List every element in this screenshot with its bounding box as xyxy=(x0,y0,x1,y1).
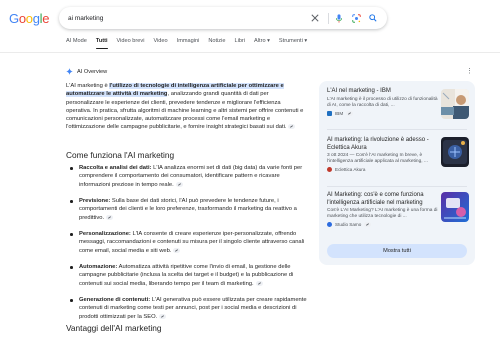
source-card[interactable]: AI Marketing: cos'è e come funziona l'in… xyxy=(327,192,469,228)
ai-overview-header: AI Overview xyxy=(66,68,107,75)
tab-video[interactable]: Video xyxy=(153,38,167,49)
link-icon[interactable] xyxy=(346,110,354,116)
list-item: Previsione: Sulla base dei dati storici,… xyxy=(68,197,308,222)
link-icon[interactable] xyxy=(288,124,296,130)
source-snippet: L'AI marketing è il processo di utilizzo… xyxy=(327,96,438,108)
source-site: Studio Samo xyxy=(327,222,469,228)
source-card[interactable]: L'AI nel marketing - IBM L'AI marketing … xyxy=(327,88,469,119)
search-input[interactable]: ai marketing xyxy=(68,15,308,22)
list-item-term: Personalizzazione: xyxy=(79,231,131,237)
search-bar[interactable]: ai marketing xyxy=(59,7,387,29)
lens-icon[interactable] xyxy=(349,11,363,25)
list-item-term: Automazione: xyxy=(79,264,118,270)
link-icon[interactable] xyxy=(106,214,114,220)
sparkle-icon xyxy=(66,68,73,75)
source-thumbnail[interactable] xyxy=(441,89,469,119)
source-site-name: Eclettica Akura xyxy=(335,167,366,173)
tab-strumenti[interactable]: Strumenti ▾ xyxy=(279,38,307,49)
logo-letter: o xyxy=(25,11,33,26)
list-item: Personalizzazione: L'IA consente di crea… xyxy=(68,230,308,255)
logo-letter: o xyxy=(18,11,26,26)
search-icon[interactable] xyxy=(366,11,380,25)
intro-text-1: L'AI marketing è xyxy=(66,83,110,89)
tab-notizie[interactable]: Notizie xyxy=(208,38,225,49)
studio-samo-favicon-icon xyxy=(327,222,332,228)
list-item: Raccolta e analisi dei dati: L'IA analiz… xyxy=(68,164,308,189)
source-snippet: Cos'è L'AI Marketing? L'AI marketing è u… xyxy=(327,208,438,220)
link-icon[interactable] xyxy=(173,247,181,253)
source-thumbnail[interactable] xyxy=(441,137,469,167)
source-site-name: IBM xyxy=(335,110,344,116)
logo-letter: e xyxy=(42,11,50,26)
link-icon[interactable] xyxy=(159,313,167,319)
ai-overview-intro: L'AI marketing è l'utilizzo di tecnologi… xyxy=(66,82,306,132)
logo-letter: g xyxy=(32,11,40,26)
divider xyxy=(327,186,467,187)
source-site: Eclettica Akura xyxy=(327,167,469,173)
logo-letter: G xyxy=(9,11,19,26)
search-tabs: AI Mode Tutti Video brevi Video Immagini Noti… xyxy=(66,38,316,49)
close-icon[interactable] xyxy=(308,11,322,25)
source-snippet: 3 ott 2024 — Cos'è l'AI marketing In bre… xyxy=(327,153,428,165)
google-logo[interactable]: Google xyxy=(9,11,49,26)
tab-video-brevi[interactable]: Video brevi xyxy=(117,38,145,49)
tab-ai-mode[interactable]: AI Mode xyxy=(66,38,87,49)
sources-panel: L'AI nel marketing - IBM L'AI marketing … xyxy=(319,81,475,265)
section-title: Come funziona l'AI marketing xyxy=(66,150,175,160)
source-site-name: Studio Samo xyxy=(335,222,362,228)
more-options-icon[interactable]: ⋮ xyxy=(466,67,473,75)
eclettica-favicon-icon xyxy=(327,167,332,173)
link-icon[interactable] xyxy=(255,280,263,286)
ai-overview-label: AI Overview xyxy=(77,68,108,75)
tab-altro[interactable]: Altro ▾ xyxy=(254,38,270,49)
list-item-term: Generazione di contenuti: xyxy=(79,297,151,303)
list-item: Generazione di contenuti: L'AI generativ… xyxy=(68,296,308,321)
tab-tutti[interactable]: Tutti xyxy=(95,38,108,49)
mic-icon[interactable] xyxy=(332,11,346,25)
link-icon[interactable] xyxy=(364,222,372,228)
source-thumbnail[interactable] xyxy=(441,192,469,222)
show-all-button[interactable]: Mostra tutti xyxy=(327,244,467,258)
link-icon[interactable] xyxy=(175,181,183,187)
source-title[interactable]: AI marketing: la rivoluzione è adesso - … xyxy=(327,137,439,152)
source-title[interactable]: AI Marketing: cos'è e come funziona l'in… xyxy=(327,192,439,207)
source-title[interactable]: L'AI nel marketing - IBM xyxy=(327,88,439,96)
list-item-term: Raccolta e analisi dei dati: xyxy=(79,165,152,171)
source-card[interactable]: AI marketing: la rivoluzione è adesso - … xyxy=(327,137,469,173)
tabs-divider xyxy=(0,52,500,53)
tab-immagini[interactable]: Immagini xyxy=(177,38,200,49)
tab-libri[interactable]: Libri xyxy=(234,38,245,49)
intro-text-2: , analizzando grandi quantità di dati pe… xyxy=(66,91,304,131)
section2-title: Vantaggi dell'AI marketing xyxy=(66,323,162,333)
divider xyxy=(327,129,467,130)
list-item-term: Previsione: xyxy=(79,198,111,204)
list-item: Automazione: Automatizza attività ripeti… xyxy=(68,263,308,288)
ibm-favicon-icon xyxy=(327,110,332,116)
